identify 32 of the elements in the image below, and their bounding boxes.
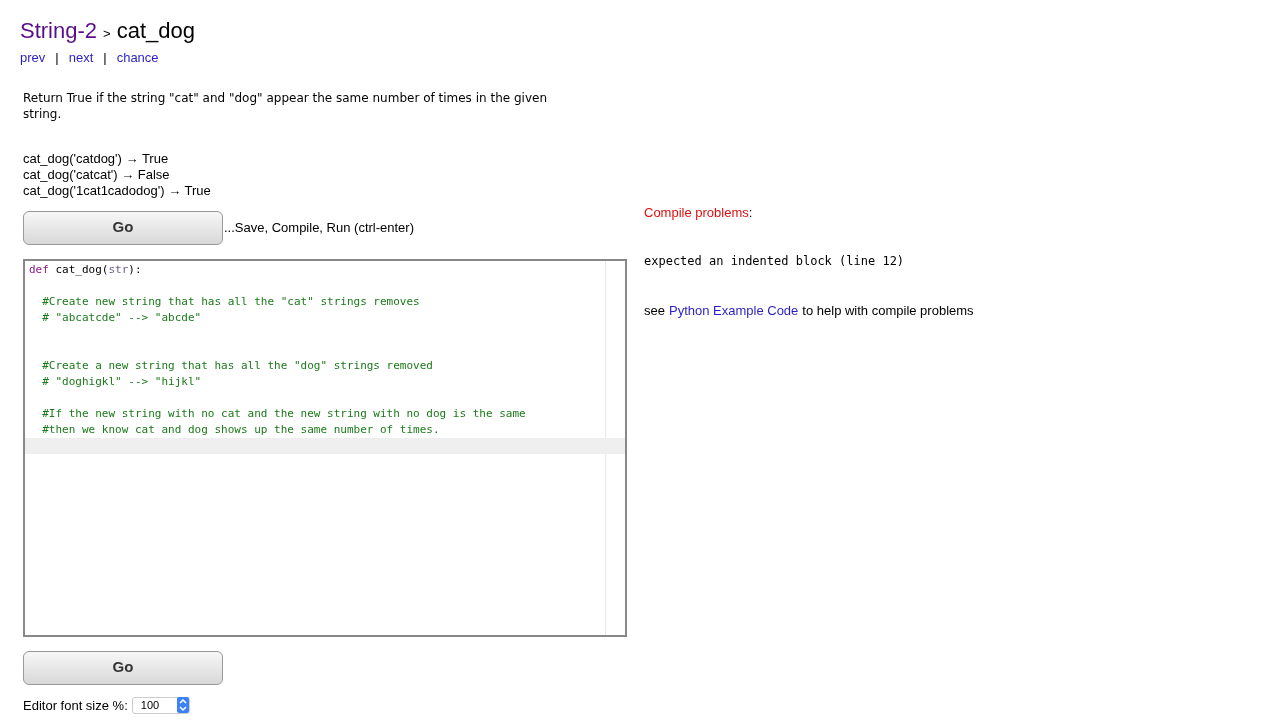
code-line: # "doghigkl" --> "hijkl"	[41, 373, 203, 390]
go-button[interactable]: Go	[23, 210, 223, 245]
help-text: to help with compile problems	[802, 301, 974, 320]
code-line: def cat_dog(str):	[28, 261, 143, 278]
colon-text: :	[748, 205, 753, 220]
problem-title: cat_dog	[116, 17, 195, 45]
code-line: #then we know cat and dog shows up the same number of times.	[41, 421, 441, 438]
code-line: #Create new string that has all the "cat" strings removes	[41, 293, 421, 310]
nav-link[interactable]: next	[68, 48, 94, 68]
go-button[interactable]: Go	[23, 650, 223, 685]
nav-separator: |	[55, 49, 59, 67]
code-line: # "abcatcde" --> "abcde"	[41, 309, 203, 326]
example-line: cat_dog('1cat1cadodog') → True	[23, 182, 212, 199]
font-size-select[interactable]: 100	[131, 696, 190, 714]
breadcrumb-separator: >	[103, 25, 111, 43]
stepper-icon	[176, 697, 189, 714]
section-link[interactable]: String-2	[20, 14, 98, 47]
code-line: #If the new string with no cat and the new string with no dog is the same	[41, 405, 527, 422]
compile-problems-title: Compile problems	[644, 205, 749, 220]
go-hint: ...Save, Compile, Run (ctrl-enter)	[224, 218, 414, 237]
code-line: #Create a new string that has all the "dog" strings removed	[41, 357, 434, 374]
help-text: see	[644, 301, 665, 320]
font-size-label: Editor font size %:	[23, 696, 128, 715]
problem-description: Return True if the string "cat" and "dog" appear the same number of times in the given string.	[23, 89, 548, 122]
nav-link[interactable]: chance	[116, 48, 159, 68]
nav-link[interactable]: prev	[20, 48, 46, 68]
python-example-link[interactable]: Python Example Code	[668, 300, 799, 320]
example-line: cat_dog('catcat') → False	[23, 166, 171, 183]
code-editor[interactable]	[23, 258, 627, 637]
example-line: cat_dog('catdog') → True	[23, 150, 170, 167]
error-message: expected an indented block (line 12)	[644, 252, 906, 270]
nav-separator: |	[103, 49, 107, 67]
